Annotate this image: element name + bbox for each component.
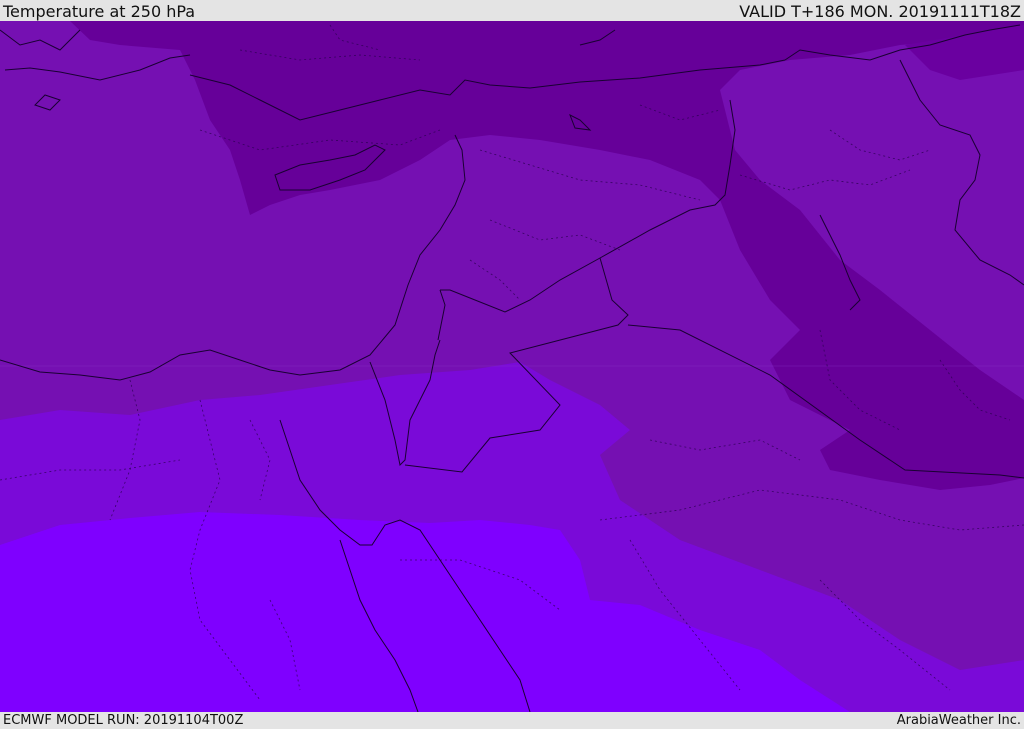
temperature-map[interactable] [0,21,1024,712]
header-bar: Temperature at 250 hPa VALID T+186 MON. … [0,0,1024,21]
valid-time: VALID T+186 MON. 20191111T18Z [739,2,1021,21]
model-run: ECMWF MODEL RUN: 20191104T00Z [3,713,244,728]
credit: ArabiaWeather Inc. [896,713,1021,728]
map-title: Temperature at 250 hPa [3,2,196,21]
map-canvas [0,21,1024,712]
footer-bar: ECMWF MODEL RUN: 20191104T00Z ArabiaWeat… [0,712,1024,729]
